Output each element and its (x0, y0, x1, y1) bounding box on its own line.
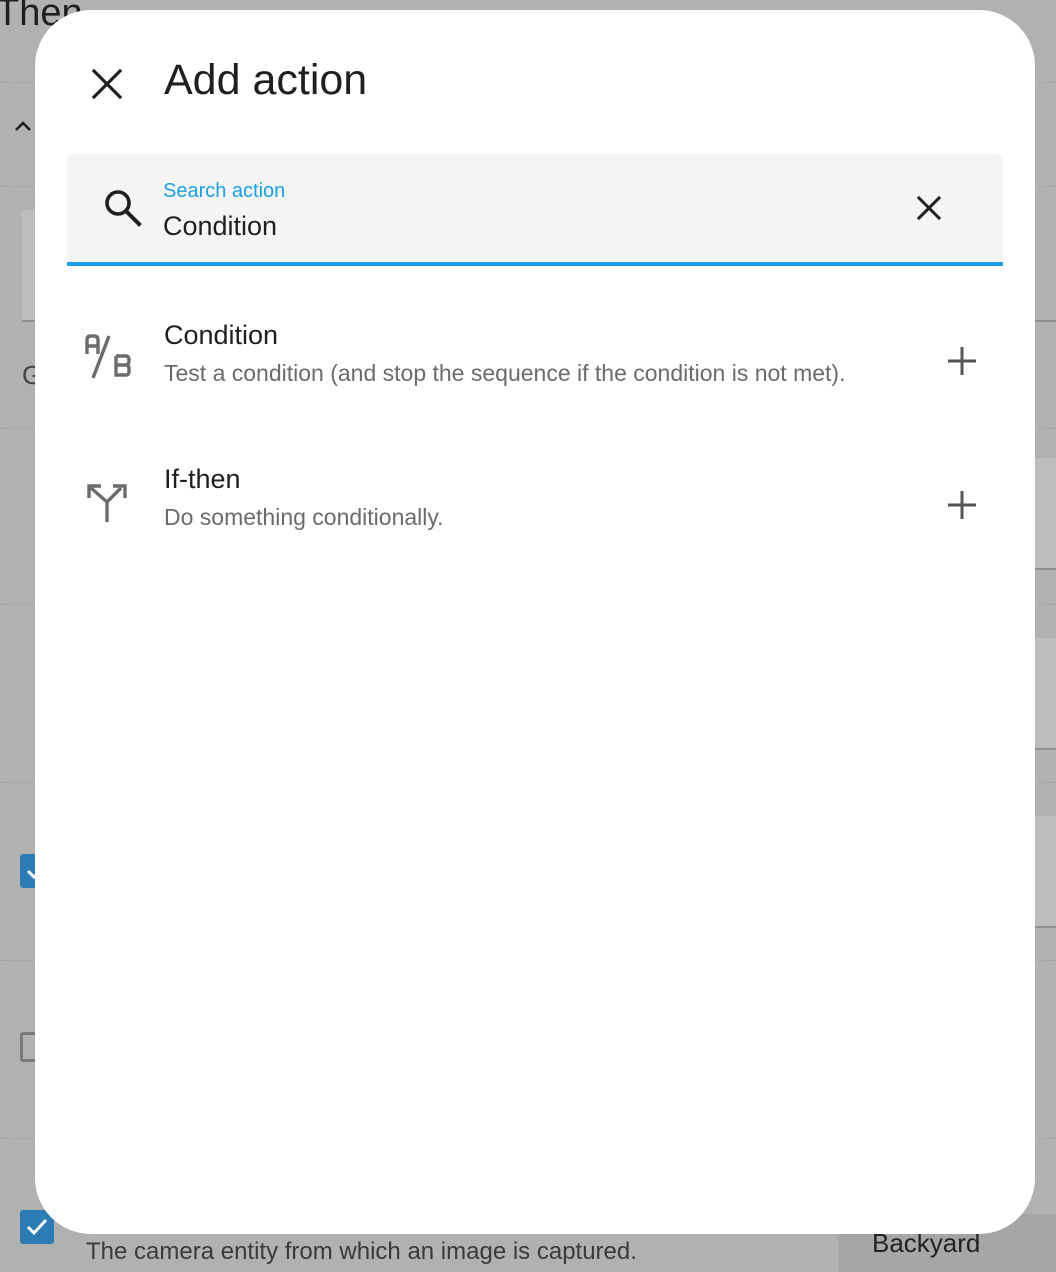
ab-testing-icon (85, 334, 131, 379)
add-condition-button[interactable] (935, 334, 989, 388)
plus-icon (948, 347, 976, 375)
background-field (1032, 816, 1056, 928)
dialog-title: Add action (164, 56, 368, 104)
item-description: Do something conditionally. (164, 504, 444, 530)
clear-search-button[interactable] (909, 188, 949, 228)
search-input[interactable] (163, 208, 863, 244)
background-field (1032, 458, 1056, 570)
plus-icon (948, 491, 976, 519)
add-if-then-button[interactable] (935, 478, 989, 532)
call-split-icon (87, 484, 127, 522)
check-icon (26, 1218, 48, 1236)
background-field (1032, 638, 1056, 750)
item-title: Condition (164, 320, 279, 350)
close-icon (91, 68, 123, 100)
list-item-condition[interactable]: Condition Test a condition (and stop the… (35, 296, 1035, 440)
search-label: Search action (163, 180, 286, 202)
add-action-dialog: Add action Search action Condition Test … (35, 10, 1035, 1234)
item-title: If-then (164, 464, 241, 494)
close-button[interactable] (85, 62, 129, 106)
search-field[interactable]: Search action (67, 154, 1003, 266)
chevron-up-icon (15, 121, 31, 131)
background-caption: The camera entity from which an image is… (86, 1238, 637, 1265)
close-icon (916, 195, 942, 221)
action-list: Condition Test a condition (and stop the… (35, 296, 1035, 584)
search-icon (105, 190, 142, 227)
list-item-if-then[interactable]: If-then Do something conditionally. (35, 440, 1035, 584)
item-description: Test a condition (and stop the sequence … (164, 360, 846, 386)
